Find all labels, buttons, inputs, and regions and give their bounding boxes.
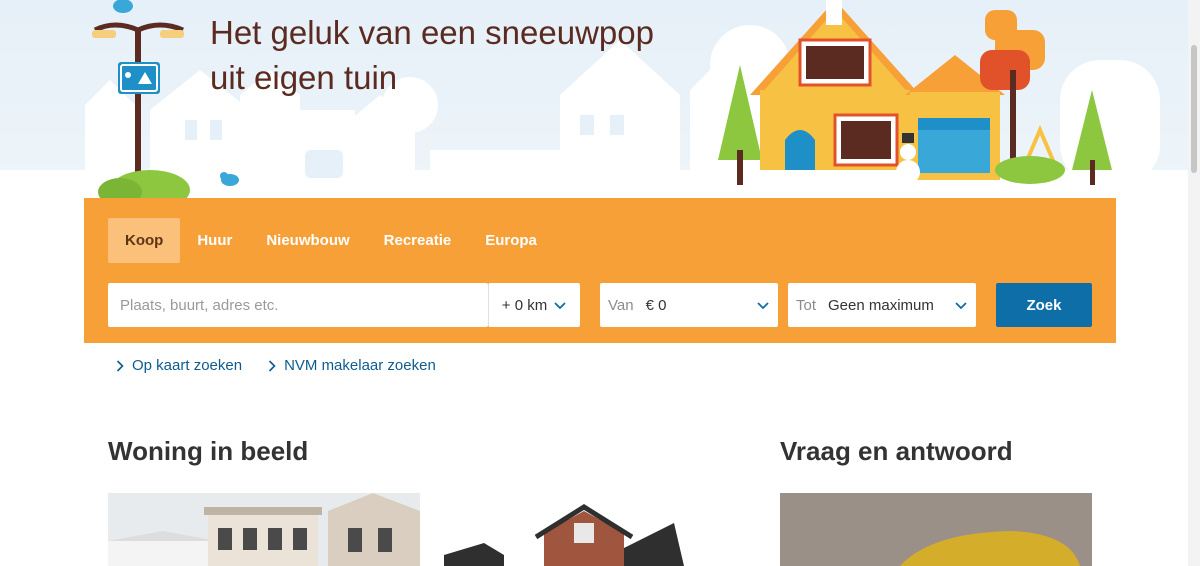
- tab-europa[interactable]: Europa: [468, 218, 554, 263]
- article-image-1[interactable]: [108, 493, 420, 566]
- radius-select[interactable]: + 0 km: [488, 283, 580, 327]
- hero-tagline: Het geluk van een sneeuwpop uit eigen tu…: [210, 10, 730, 100]
- section-title-woning: Woning in beeld: [108, 436, 309, 466]
- price-to-label: Tot: [796, 296, 817, 314]
- hero-banner: Het geluk van een sneeuwpop uit eigen tu…: [0, 0, 1200, 200]
- price-from-select[interactable]: Van € 0: [600, 283, 778, 327]
- map-search-label: Op kaart zoeken: [132, 357, 243, 374]
- quick-links: Op kaart zoeken NVM makelaar zoeken: [116, 357, 436, 374]
- chevron-down-icon: [757, 302, 769, 310]
- scrollbar-thumb[interactable]: [1191, 45, 1197, 173]
- price-from-label: Van: [608, 296, 634, 314]
- house-illustration: [750, 0, 1005, 185]
- article-image-3[interactable]: [780, 493, 1092, 566]
- article-image-2[interactable]: [444, 493, 756, 566]
- tagline-line-1: Het geluk van een sneeuwpop: [210, 14, 654, 51]
- nvm-agent-search-label: NVM makelaar zoeken: [284, 357, 436, 374]
- radius-value: + 0 km: [501, 296, 548, 314]
- price-to-value: Geen maximum: [828, 296, 934, 314]
- map-search-link[interactable]: Op kaart zoeken: [116, 357, 242, 374]
- search-tabs: Koop Huur Nieuwbouw Recreatie Europa: [108, 218, 554, 263]
- search-submit-button[interactable]: Zoek: [996, 283, 1092, 327]
- price-to-select[interactable]: Tot Geen maximum: [788, 283, 976, 327]
- tab-koop[interactable]: Koop: [108, 218, 181, 263]
- chevron-right-icon: [116, 359, 124, 372]
- nvm-agent-search-link[interactable]: NVM makelaar zoeken: [268, 357, 436, 374]
- page-scrollbar[interactable]: [1188, 0, 1200, 566]
- townhouse-photo: [108, 493, 420, 566]
- tab-huur[interactable]: Huur: [180, 218, 249, 263]
- brick-house-photo: [444, 493, 756, 566]
- price-from-value: € 0: [645, 296, 667, 314]
- yellow-object-photo: [780, 493, 1092, 566]
- chevron-down-icon: [554, 302, 566, 310]
- tab-nieuwbouw[interactable]: Nieuwbouw: [249, 218, 366, 263]
- chevron-down-icon: [955, 302, 967, 310]
- location-search-input[interactable]: [108, 283, 488, 327]
- search-panel: Koop Huur Nieuwbouw Recreatie Europa + 0…: [84, 198, 1116, 343]
- chevron-right-icon: [268, 359, 276, 372]
- section-title-vraag: Vraag en antwoord: [780, 436, 1013, 466]
- tab-recreatie[interactable]: Recreatie: [367, 218, 469, 263]
- tagline-line-2: uit eigen tuin: [210, 59, 398, 96]
